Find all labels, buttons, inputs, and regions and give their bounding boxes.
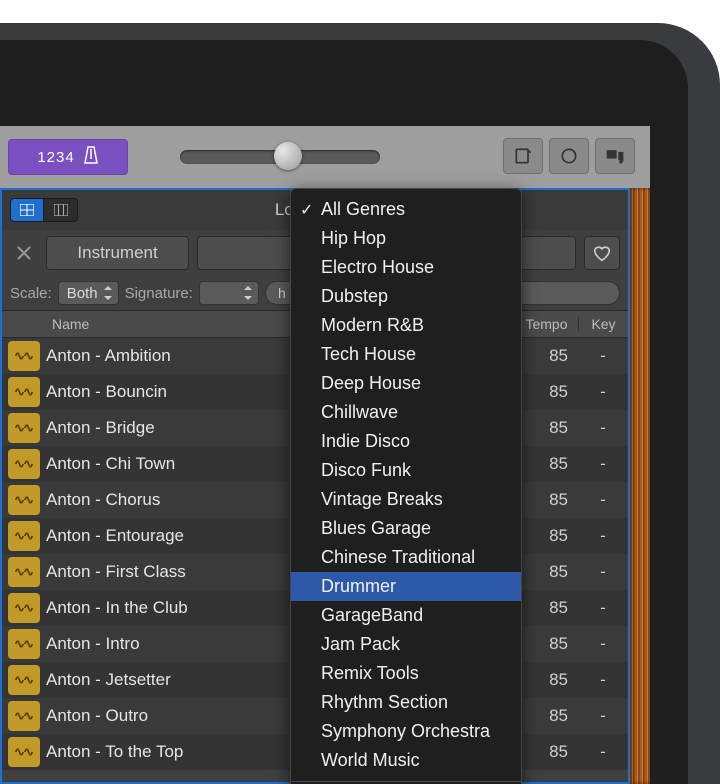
menu-item[interactable]: Modern R&B xyxy=(291,311,521,340)
app-screen: 1234 xyxy=(0,126,650,784)
menu-item[interactable]: Electro House xyxy=(291,253,521,282)
menu-item[interactable]: Vintage Breaks xyxy=(291,485,521,514)
loop-key: - xyxy=(578,562,628,582)
loop-key: - xyxy=(578,346,628,366)
menu-item[interactable]: Remix Tools xyxy=(291,659,521,688)
column-header-tempo[interactable]: Tempo xyxy=(514,316,578,332)
loop-tempo: 85 xyxy=(514,742,578,762)
loop-key: - xyxy=(578,490,628,510)
menu-item[interactable]: All Genres xyxy=(291,195,521,224)
apple-loop-icon xyxy=(8,737,40,767)
loop-tempo: 85 xyxy=(514,418,578,438)
menu-item[interactable]: Chinese Traditional xyxy=(291,543,521,572)
menu-separator xyxy=(291,781,521,782)
menu-item[interactable]: Jam Pack xyxy=(291,630,521,659)
column-header-key[interactable]: Key xyxy=(578,316,628,332)
apple-loop-icon xyxy=(8,521,40,551)
loop-key: - xyxy=(578,634,628,654)
signature-select[interactable] xyxy=(199,281,259,305)
menu-item[interactable]: Drummer xyxy=(291,572,521,601)
loop-key: - xyxy=(578,418,628,438)
loop-tempo: 85 xyxy=(514,562,578,582)
apple-loop-icon xyxy=(8,701,40,731)
loop-key: - xyxy=(578,526,628,546)
apple-loop-icon xyxy=(8,665,40,695)
menu-item[interactable]: Rhythm Section xyxy=(291,688,521,717)
category-tab-instrument[interactable]: Instrument xyxy=(46,236,189,270)
loop-tempo: 85 xyxy=(514,454,578,474)
loop-tempo: 85 xyxy=(514,382,578,402)
menu-item[interactable]: Deep House xyxy=(291,369,521,398)
apple-loop-icon xyxy=(8,449,40,479)
signature-label: Signature: xyxy=(125,285,193,302)
apple-loop-icon xyxy=(8,557,40,587)
wood-trim xyxy=(630,188,650,784)
loop-tempo: 85 xyxy=(514,526,578,546)
apple-loop-icon xyxy=(8,593,40,623)
scale-select[interactable]: Both xyxy=(58,281,119,305)
menu-item[interactable]: Disco Funk xyxy=(291,456,521,485)
apple-loop-icon xyxy=(8,629,40,659)
view-mode-button-grid[interactable] xyxy=(10,198,44,222)
search-input-value: h xyxy=(278,285,286,301)
loop-key: - xyxy=(578,742,628,762)
lcd-display[interactable]: 1234 xyxy=(8,139,128,175)
loop-tempo: 85 xyxy=(514,670,578,690)
menu-item[interactable]: Symphony Orchestra xyxy=(291,717,521,746)
notepad-button[interactable] xyxy=(503,138,543,174)
loop-tempo: 85 xyxy=(514,598,578,618)
transport-toolbar: 1234 xyxy=(0,126,650,188)
view-mode-button-columns[interactable] xyxy=(44,198,78,222)
zoom-slider-knob[interactable] xyxy=(274,142,302,170)
loop-key: - xyxy=(578,706,628,726)
favorites-tab[interactable] xyxy=(584,236,620,270)
loop-key: - xyxy=(578,598,628,618)
apple-loop-icon xyxy=(8,341,40,371)
scale-select-value: Both xyxy=(67,285,98,302)
apple-loop-icon xyxy=(8,485,40,515)
loop-tempo: 85 xyxy=(514,346,578,366)
loop-key: - xyxy=(578,670,628,690)
clear-filters-button[interactable] xyxy=(10,239,38,267)
zoom-slider[interactable] xyxy=(180,150,380,164)
loop-tempo: 85 xyxy=(514,706,578,726)
menu-item[interactable]: Indie Disco xyxy=(291,427,521,456)
metronome-icon xyxy=(83,146,99,168)
menu-item[interactable]: GarageBand xyxy=(291,601,521,630)
menu-item[interactable]: Tech House xyxy=(291,340,521,369)
loop-browser-button[interactable] xyxy=(549,138,589,174)
genre-dropdown-menu: All GenresHip HopElectro HouseDubstepMod… xyxy=(290,188,522,784)
apple-loop-icon xyxy=(8,377,40,407)
loop-tempo: 85 xyxy=(514,634,578,654)
menu-item[interactable]: Dubstep xyxy=(291,282,521,311)
loop-tempo: 85 xyxy=(514,490,578,510)
menu-item[interactable]: Blues Garage xyxy=(291,514,521,543)
media-browser-button[interactable] xyxy=(595,138,635,174)
lcd-beat-text: 1234 xyxy=(37,149,74,166)
loop-key: - xyxy=(578,454,628,474)
menu-item[interactable]: Chillwave xyxy=(291,398,521,427)
loop-key: - xyxy=(578,382,628,402)
scale-label: Scale: xyxy=(10,285,52,302)
menu-item[interactable]: Hip Hop xyxy=(291,224,521,253)
menu-item[interactable]: World Music xyxy=(291,746,521,775)
apple-loop-icon xyxy=(8,413,40,443)
